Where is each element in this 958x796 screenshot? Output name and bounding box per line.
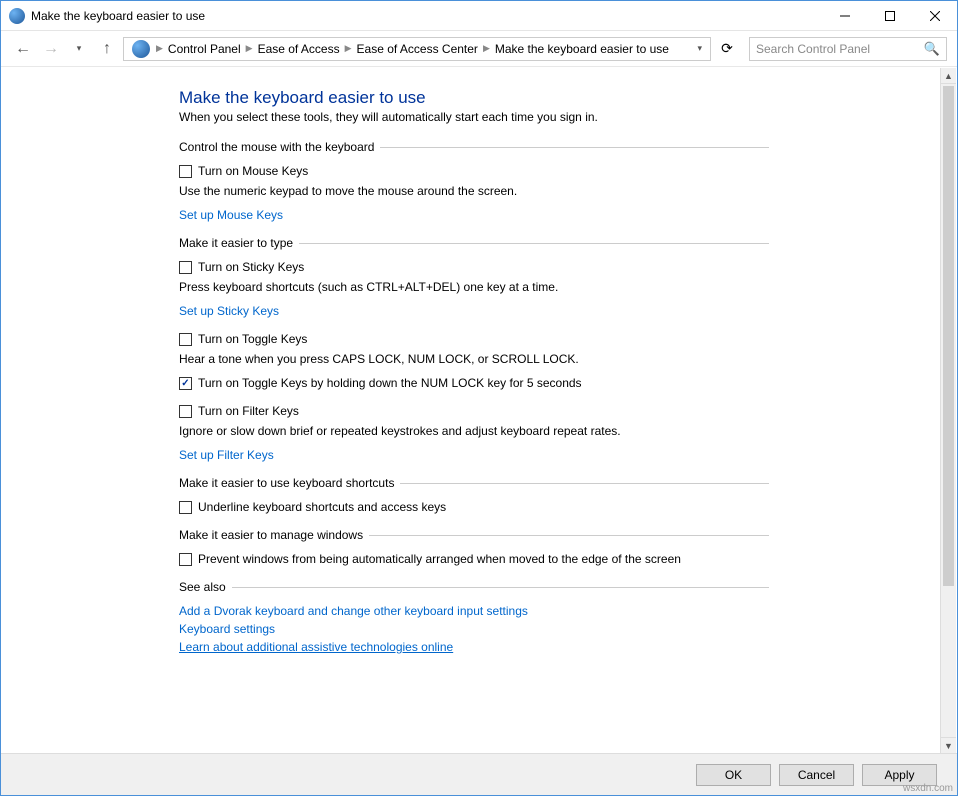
content-area: Make the keyboard easier to use When you… [1,68,957,678]
section-type-heading: Make it easier to type [179,236,769,250]
desc-toggle-keys: Hear a tone when you press CAPS LOCK, NU… [179,352,769,366]
section-shortcuts-heading: Make it easier to use keyboard shortcuts [179,476,769,490]
crumb-control-panel[interactable]: Control Panel [165,42,244,56]
checkbox-filter-keys[interactable] [179,405,192,418]
page-title: Make the keyboard easier to use [179,88,769,108]
checkbox-prevent-arrange[interactable] [179,553,192,566]
label-sticky-keys: Turn on Sticky Keys [198,260,304,274]
window-title: Make the keyboard easier to use [31,9,822,23]
checkbox-toggle-keys-numlock[interactable] [179,377,192,390]
navbar: ← → ▾ ↑ ▶ Control Panel ▶ Ease of Access… [1,31,957,67]
link-setup-mouse-keys[interactable]: Set up Mouse Keys [179,208,769,222]
link-setup-sticky-keys[interactable]: Set up Sticky Keys [179,304,769,318]
watermark: wsxdn.com [903,783,953,794]
crumb-ease-center[interactable]: Ease of Access Center [354,42,481,56]
section-windows-heading: Make it easier to manage windows [179,528,769,542]
recent-dropdown[interactable]: ▾ [67,37,91,61]
up-button[interactable]: ↑ [95,37,119,61]
forward-button[interactable]: → [39,37,63,61]
search-input[interactable]: Search Control Panel 🔍 [749,37,947,61]
label-mouse-keys: Turn on Mouse Keys [198,164,308,178]
minimize-button[interactable] [822,1,867,30]
checkbox-toggle-keys[interactable] [179,333,192,346]
chevron-right-icon: ▶ [154,43,165,54]
link-keyboard-settings[interactable]: Keyboard settings [179,622,769,636]
label-filter-keys: Turn on Filter Keys [198,404,299,418]
cancel-button[interactable]: Cancel [779,764,854,786]
scroll-thumb[interactable] [943,86,954,586]
checkbox-mouse-keys[interactable] [179,165,192,178]
label-toggle-keys-numlock: Turn on Toggle Keys by holding down the … [198,376,582,390]
control-panel-breadcrumb-icon [132,40,150,58]
maximize-button[interactable] [867,1,912,30]
crumb-ease-of-access[interactable]: Ease of Access [255,42,343,56]
page-subtitle: When you select these tools, they will a… [179,110,769,124]
crumb-current[interactable]: Make the keyboard easier to use [492,42,672,56]
search-icon: 🔍 [924,41,940,57]
section-mouse-heading: Control the mouse with the keyboard [179,140,769,154]
checkbox-sticky-keys[interactable] [179,261,192,274]
desc-sticky-keys: Press keyboard shortcuts (such as CTRL+A… [179,280,769,294]
link-dvorak[interactable]: Add a Dvorak keyboard and change other k… [179,604,769,618]
back-button[interactable]: ← [11,37,35,61]
link-setup-filter-keys[interactable]: Set up Filter Keys [179,448,769,462]
titlebar: Make the keyboard easier to use [1,1,957,31]
chevron-right-icon: ▶ [481,43,492,54]
scroll-down-icon[interactable]: ▼ [941,737,956,753]
breadcrumb[interactable]: ▶ Control Panel ▶ Ease of Access ▶ Ease … [123,37,711,61]
label-toggle-keys: Turn on Toggle Keys [198,332,307,346]
section-seealso-heading: See also [179,580,769,594]
control-panel-icon [9,8,25,24]
chevron-right-icon: ▶ [244,43,255,54]
breadcrumb-dropdown[interactable]: ▾ [693,43,706,54]
scroll-up-icon[interactable]: ▲ [941,68,956,84]
refresh-button[interactable]: ⟳ [715,37,739,61]
desc-filter-keys: Ignore or slow down brief or repeated ke… [179,424,769,438]
search-placeholder: Search Control Panel [756,42,870,56]
close-button[interactable] [912,1,957,30]
label-underline-shortcuts: Underline keyboard shortcuts and access … [198,500,446,514]
label-prevent-arrange: Prevent windows from being automatically… [198,552,681,566]
checkbox-underline-shortcuts[interactable] [179,501,192,514]
footer-buttons: OK Cancel Apply [1,753,957,795]
vertical-scrollbar[interactable]: ▲ ▼ [940,68,956,753]
desc-mouse-keys: Use the numeric keypad to move the mouse… [179,184,769,198]
chevron-right-icon: ▶ [343,43,354,54]
link-assistive-tech[interactable]: Learn about additional assistive technol… [179,640,769,654]
ok-button[interactable]: OK [696,764,771,786]
